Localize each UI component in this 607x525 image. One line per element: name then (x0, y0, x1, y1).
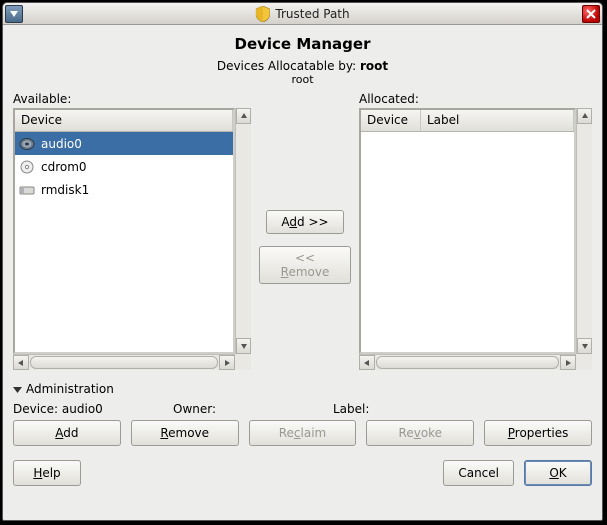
list-item[interactable]: audio0 (15, 132, 233, 155)
page-title: Device Manager (13, 35, 592, 53)
scroll-down-button[interactable] (236, 338, 251, 354)
scroll-right-button[interactable] (219, 355, 235, 370)
allocated-header-label[interactable]: Label (421, 110, 574, 131)
allocated-hscrollbar[interactable] (359, 354, 576, 370)
admin-owner-field: Owner: (173, 402, 293, 416)
ok-button[interactable]: OK (524, 460, 592, 486)
admin-add-button[interactable]: Add (13, 420, 121, 446)
hscroll-thumb[interactable] (376, 356, 559, 369)
dialog-footer: Help Cancel OK (13, 460, 592, 486)
allocated-list[interactable]: Device Label (359, 108, 576, 354)
audio-icon (19, 137, 35, 151)
available-list[interactable]: Device audio0 (13, 108, 235, 354)
chevron-down-icon (10, 11, 18, 17)
scroll-left-button[interactable] (359, 355, 375, 370)
allocatable-sub: root (13, 73, 592, 86)
device-manager-window: Trusted Path Device Manager Devices Allo… (2, 2, 603, 521)
content: Device Manager Devices Allocatable by: r… (3, 25, 602, 520)
add-button[interactable]: Add >> (266, 210, 344, 234)
remove-button[interactable]: << Remove (259, 246, 351, 284)
allocated-header-device[interactable]: Device (361, 110, 421, 131)
scroll-right-button[interactable] (560, 355, 576, 370)
admin-reclaim-button[interactable]: Reclaim (249, 420, 357, 446)
hscroll-thumb[interactable] (30, 356, 218, 369)
cd-icon (19, 160, 35, 174)
allocatable-line: Devices Allocatable by: root (13, 59, 592, 73)
available-vscrollbar[interactable] (235, 108, 251, 354)
help-button[interactable]: Help (13, 460, 81, 486)
cancel-button[interactable]: Cancel (443, 460, 514, 486)
admin-remove-button[interactable]: Remove (131, 420, 239, 446)
scroll-left-button[interactable] (13, 355, 29, 370)
admin-revoke-button[interactable]: Revoke (366, 420, 474, 446)
close-button[interactable] (582, 5, 600, 23)
titlebar: Trusted Path (3, 3, 602, 25)
window-menu-button[interactable] (5, 5, 23, 23)
chevron-down-icon (13, 385, 22, 394)
disk-icon (19, 183, 35, 197)
allocated-vscrollbar[interactable] (576, 108, 592, 354)
available-header-device[interactable]: Device (15, 110, 233, 131)
administration-section: Administration Device: audio0 Owner: Lab… (13, 382, 592, 446)
allocated-label: Allocated: (359, 92, 592, 106)
scroll-up-button[interactable] (236, 108, 251, 124)
close-icon (586, 9, 596, 19)
administration-toggle[interactable]: Administration (13, 382, 592, 396)
scroll-up-button[interactable] (577, 108, 592, 124)
scroll-down-button[interactable] (577, 338, 592, 354)
admin-properties-button[interactable]: Properties (484, 420, 592, 446)
window-title: Trusted Path (275, 7, 349, 21)
available-hscrollbar[interactable] (13, 354, 235, 370)
admin-device-field: Device: audio0 (13, 402, 133, 416)
available-label: Available: (13, 92, 251, 106)
shield-icon (255, 6, 269, 22)
list-item[interactable]: rmdisk1 (15, 178, 233, 201)
admin-label-field: Label: (333, 402, 453, 416)
list-item[interactable]: cdrom0 (15, 155, 233, 178)
